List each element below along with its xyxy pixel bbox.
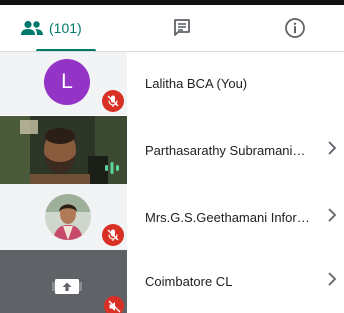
- tab-info[interactable]: [245, 5, 344, 50]
- chevron-right-icon[interactable]: [327, 207, 337, 227]
- info-icon: [284, 17, 306, 39]
- chat-icon: [172, 18, 192, 38]
- tab-chat[interactable]: [130, 5, 234, 50]
- participant-count: (101): [49, 19, 82, 36]
- tab-people[interactable]: (101): [20, 5, 120, 50]
- participant-video: [0, 116, 127, 184]
- present-screen-icon: [52, 275, 82, 302]
- participant-row[interactable]: Mrs.G.S.Geethamani Infor…: [0, 184, 344, 250]
- chevron-right-icon[interactable]: [327, 140, 337, 160]
- participant-name: Coimbatore CL: [145, 274, 233, 289]
- tab-bar: (101): [0, 5, 344, 52]
- participant-thumbnail: L: [0, 52, 127, 115]
- people-icon: [20, 20, 44, 36]
- participant-name: Lalitha BCA (You): [145, 76, 248, 91]
- avatar: L: [44, 59, 90, 105]
- speaker-off-icon: [104, 296, 124, 313]
- speaking-icon: [104, 160, 120, 181]
- mic-off-icon: [102, 224, 124, 246]
- participant-name: Parthasarathy Subramani…: [145, 142, 306, 158]
- avatar: [45, 194, 91, 240]
- participant-row[interactable]: Parthasarathy Subramani…: [0, 116, 344, 184]
- chevron-right-icon[interactable]: [327, 272, 337, 291]
- participant-row[interactable]: Coimbatore CL: [0, 250, 344, 313]
- participant-name: Mrs.G.S.Geethamani Infor…: [145, 209, 310, 225]
- participant-thumbnail: [0, 250, 127, 313]
- participant-row[interactable]: L Lalitha BCA (You): [0, 52, 344, 115]
- mic-off-icon: [102, 90, 124, 112]
- participant-thumbnail: [0, 184, 127, 250]
